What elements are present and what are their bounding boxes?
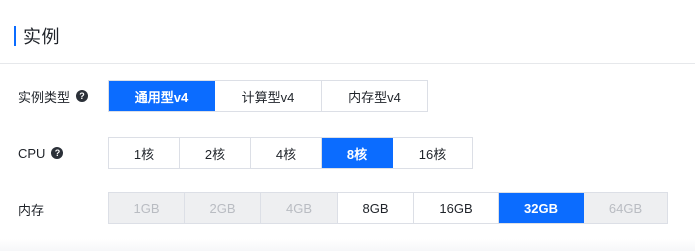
- section-accent-bar: [14, 26, 16, 46]
- memory-selector: 1GB 2GB 4GB 8GB 16GB 32GB 64GB: [108, 192, 668, 224]
- section-title: 实例: [23, 27, 60, 47]
- help-icon[interactable]: ?: [76, 90, 89, 102]
- section-header: 实例: [14, 21, 60, 51]
- memory-label-group: 内存: [18, 201, 45, 218]
- instance-type-option-compute[interactable]: 计算型v4: [215, 81, 322, 111]
- memory-option-32gb[interactable]: 32GB: [499, 193, 584, 223]
- memory-option-4gb: 4GB: [261, 193, 338, 223]
- instance-type-option-general[interactable]: 通用型v4: [109, 81, 215, 111]
- help-icon[interactable]: ?: [51, 147, 64, 159]
- cpu-option-8[interactable]: 8核: [322, 138, 393, 168]
- instance-type-label-group: 实例类型 ?: [18, 88, 89, 105]
- memory-option-64gb: 64GB: [584, 193, 667, 223]
- section-divider: [0, 63, 695, 64]
- instance-type-option-memory[interactable]: 内存型v4: [322, 81, 427, 111]
- cpu-option-16[interactable]: 16核: [393, 138, 472, 168]
- cpu-option-2[interactable]: 2核: [180, 138, 251, 168]
- instance-type-label: 实例类型: [18, 89, 71, 105]
- memory-option-2gb: 2GB: [185, 193, 261, 223]
- memory-option-8gb[interactable]: 8GB: [338, 193, 414, 223]
- memory-option-1gb: 1GB: [109, 193, 185, 223]
- cpu-option-4[interactable]: 4核: [251, 138, 322, 168]
- bottom-shade: [0, 239, 695, 251]
- cpu-option-1[interactable]: 1核: [109, 138, 180, 168]
- cpu-label-group: CPU ?: [18, 145, 64, 161]
- memory-label: 内存: [18, 202, 45, 218]
- memory-option-16gb[interactable]: 16GB: [414, 193, 499, 223]
- instance-type-selector: 通用型v4 计算型v4 内存型v4: [108, 80, 428, 112]
- instance-config-panel: 实例 实例类型 ? 通用型v4 计算型v4 内存型v4 CPU ? 1核 2核 …: [0, 0, 695, 251]
- cpu-label: CPU: [18, 145, 46, 161]
- cpu-selector: 1核 2核 4核 8核 16核: [108, 137, 473, 169]
